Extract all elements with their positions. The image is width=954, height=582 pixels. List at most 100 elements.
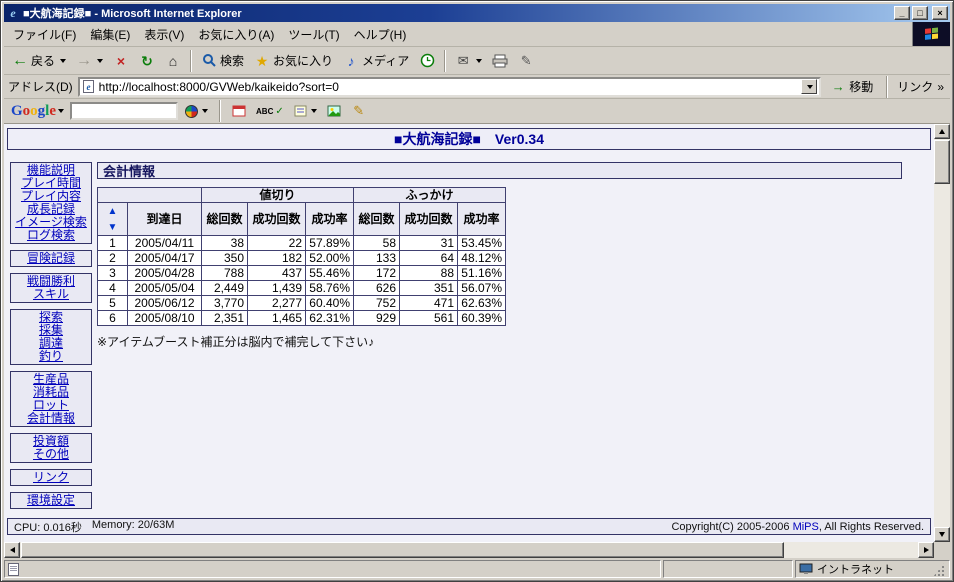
sidebar-group: 冒険記録 bbox=[10, 250, 92, 267]
google-search-input[interactable] bbox=[70, 102, 179, 120]
copyright: Copyright(C) 2005-2006 MiPS, All Rights … bbox=[671, 521, 924, 533]
autofill-button[interactable] bbox=[291, 103, 320, 119]
vertical-scroll-track[interactable] bbox=[934, 139, 950, 527]
cell-overcharge-success: 471 bbox=[399, 295, 458, 311]
copyright-suffix: , All Rights Reserved. bbox=[818, 520, 924, 533]
page-footer: CPU: 0.016秒 Memory: 20/63M Copyright(C) … bbox=[7, 518, 931, 535]
back-button[interactable]: ← 戻る bbox=[7, 49, 71, 72]
forward-button[interactable]: → bbox=[71, 50, 108, 72]
spellcheck-abc-icon: ABC bbox=[256, 106, 274, 116]
sidebar-link[interactable]: 会計情報 bbox=[11, 412, 91, 425]
highlighter-button[interactable]: ✎ bbox=[348, 101, 370, 121]
back-label: 戻る bbox=[31, 54, 56, 68]
total-header-cell: 総回数 bbox=[353, 202, 400, 236]
cell-overcharge-success: 351 bbox=[399, 280, 458, 296]
media-button[interactable]: ♪ メディア bbox=[338, 49, 414, 72]
cell-haggle-total: 2,449 bbox=[201, 280, 248, 296]
sidebar-group: 機能説明 プレイ時間 プレイ内容 成長記録 イメージ検索 ログ検索 bbox=[10, 162, 92, 244]
address-dropdown-button[interactable] bbox=[801, 79, 818, 94]
window-title: ■大航海記録■ - Microsoft Internet Explorer bbox=[23, 8, 242, 20]
cell-row-no: 5 bbox=[97, 295, 128, 311]
title-bar: e ■大航海記録■ - Microsoft Internet Explorer … bbox=[4, 4, 950, 22]
maximize-button[interactable]: □ bbox=[912, 6, 928, 20]
toolbar-separator bbox=[219, 100, 222, 122]
navigation-toolbar: ← 戻る → × ↻ ⌂ 検索 ★ お気に入り ♪ メディア ✉ ✎ bbox=[4, 47, 950, 75]
status-bar: イントラネット bbox=[4, 558, 950, 578]
cell-haggle-total: 788 bbox=[201, 265, 248, 281]
menu-help[interactable]: ヘルプ(H) bbox=[347, 23, 414, 46]
sort-asc-link[interactable]: ▲ bbox=[108, 206, 118, 217]
scroll-right-button[interactable] bbox=[918, 542, 934, 558]
print-button[interactable] bbox=[487, 50, 513, 72]
google-search-button[interactable] bbox=[182, 103, 211, 120]
copyright-link[interactable]: MiPS bbox=[793, 521, 819, 533]
spellcheck-button[interactable]: ABC ✓ bbox=[253, 104, 287, 119]
menu-view[interactable]: 表示(V) bbox=[137, 23, 191, 46]
cell-overcharge-total: 626 bbox=[353, 280, 400, 296]
item-boost-note: ※アイテムブースト補正分は脳内で補完して下さい♪ bbox=[97, 335, 375, 349]
cell-row-no: 1 bbox=[97, 235, 128, 251]
home-button[interactable]: ⌂ bbox=[160, 50, 186, 72]
minimize-button[interactable]: _ bbox=[894, 6, 910, 20]
success-header-cell: 成功回数 bbox=[247, 202, 306, 236]
toolbar-separator bbox=[886, 75, 889, 98]
favorites-button[interactable]: ★ お気に入り bbox=[249, 49, 338, 72]
table-row: 6 2005/08/10 2,351 1,465 62.31% 929 561 … bbox=[97, 310, 506, 326]
cell-haggle-success: 437 bbox=[247, 265, 306, 281]
scroll-left-button[interactable] bbox=[4, 542, 20, 558]
menu-edit[interactable]: 編集(E) bbox=[83, 23, 137, 46]
horizontal-scrollbar[interactable] bbox=[4, 542, 934, 558]
favorites-icon: ★ bbox=[255, 52, 269, 69]
copyright-prefix: Copyright(C) 2005-2006 bbox=[671, 520, 793, 533]
cell-overcharge-total: 133 bbox=[353, 250, 400, 266]
edit-button[interactable]: ✎ bbox=[513, 50, 539, 72]
menu-favorites[interactable]: お気に入り(A) bbox=[191, 23, 281, 46]
horizontal-scroll-track[interactable] bbox=[20, 542, 918, 558]
sidebar-link[interactable]: ログ検索 bbox=[11, 229, 91, 242]
history-button[interactable] bbox=[414, 50, 440, 72]
sidebar-link[interactable]: その他 bbox=[11, 448, 91, 461]
cell-overcharge-total: 752 bbox=[353, 295, 400, 311]
search-button[interactable]: 検索 bbox=[196, 49, 249, 72]
address-input[interactable]: e http://localhost:8000/GVWeb/kaikeido?s… bbox=[77, 76, 822, 97]
main-content: 会計情報 値切り ふっかけ ▲ ▼ 到達日 総回数 成功回数 成功率 総回数 成… bbox=[97, 162, 902, 350]
forward-dropdown-icon bbox=[97, 58, 104, 63]
vertical-scroll-thumb[interactable] bbox=[934, 140, 950, 184]
scroll-up-button[interactable] bbox=[934, 124, 950, 139]
cell-haggle-total: 350 bbox=[201, 250, 248, 266]
google-logo[interactable]: G o o g l e bbox=[9, 103, 66, 120]
links-toolbar[interactable]: リンク » bbox=[897, 78, 946, 95]
sidebar-link[interactable]: 環境設定 bbox=[11, 494, 91, 507]
menu-file[interactable]: ファイル(F) bbox=[6, 23, 83, 46]
status-main-section bbox=[4, 560, 661, 578]
cell-haggle-rate: 58.76% bbox=[305, 280, 354, 296]
sidebar-link[interactable]: リンク bbox=[11, 471, 91, 484]
popup-blocker-button[interactable] bbox=[229, 103, 249, 119]
scroll-right-icon bbox=[923, 547, 929, 553]
sidebar-link[interactable]: 釣り bbox=[11, 350, 91, 363]
google-ball-icon bbox=[185, 104, 199, 118]
horizontal-scroll-thumb[interactable] bbox=[21, 542, 785, 558]
go-button[interactable]: → 移動 bbox=[826, 77, 877, 96]
sort-header-cell: ▲ ▼ bbox=[97, 202, 128, 236]
resize-grip[interactable] bbox=[933, 561, 946, 577]
intranet-icon bbox=[799, 563, 813, 574]
refresh-button[interactable]: ↻ bbox=[134, 50, 160, 72]
stop-button[interactable]: × bbox=[108, 50, 134, 72]
sidebar-link[interactable]: スキル bbox=[11, 288, 91, 301]
cell-haggle-total: 2,351 bbox=[201, 310, 248, 326]
page-info-button[interactable] bbox=[324, 103, 344, 119]
mail-button[interactable]: ✉ bbox=[450, 50, 487, 72]
close-button[interactable]: × bbox=[932, 6, 948, 20]
scroll-down-button[interactable] bbox=[934, 527, 950, 542]
cell-overcharge-success: 561 bbox=[399, 310, 458, 326]
menu-tools[interactable]: ツール(T) bbox=[281, 23, 346, 46]
cell-haggle-success: 1,439 bbox=[247, 280, 306, 296]
sidebar-link[interactable]: 冒険記録 bbox=[11, 252, 91, 265]
cell-row-no: 6 bbox=[97, 310, 128, 326]
sort-desc-link[interactable]: ▼ bbox=[108, 222, 118, 233]
media-icon: ♪ bbox=[347, 52, 355, 69]
vertical-scrollbar[interactable] bbox=[934, 124, 950, 542]
cell-haggle-total: 38 bbox=[201, 235, 248, 251]
spellcheck-check-icon: ✓ bbox=[275, 105, 284, 117]
